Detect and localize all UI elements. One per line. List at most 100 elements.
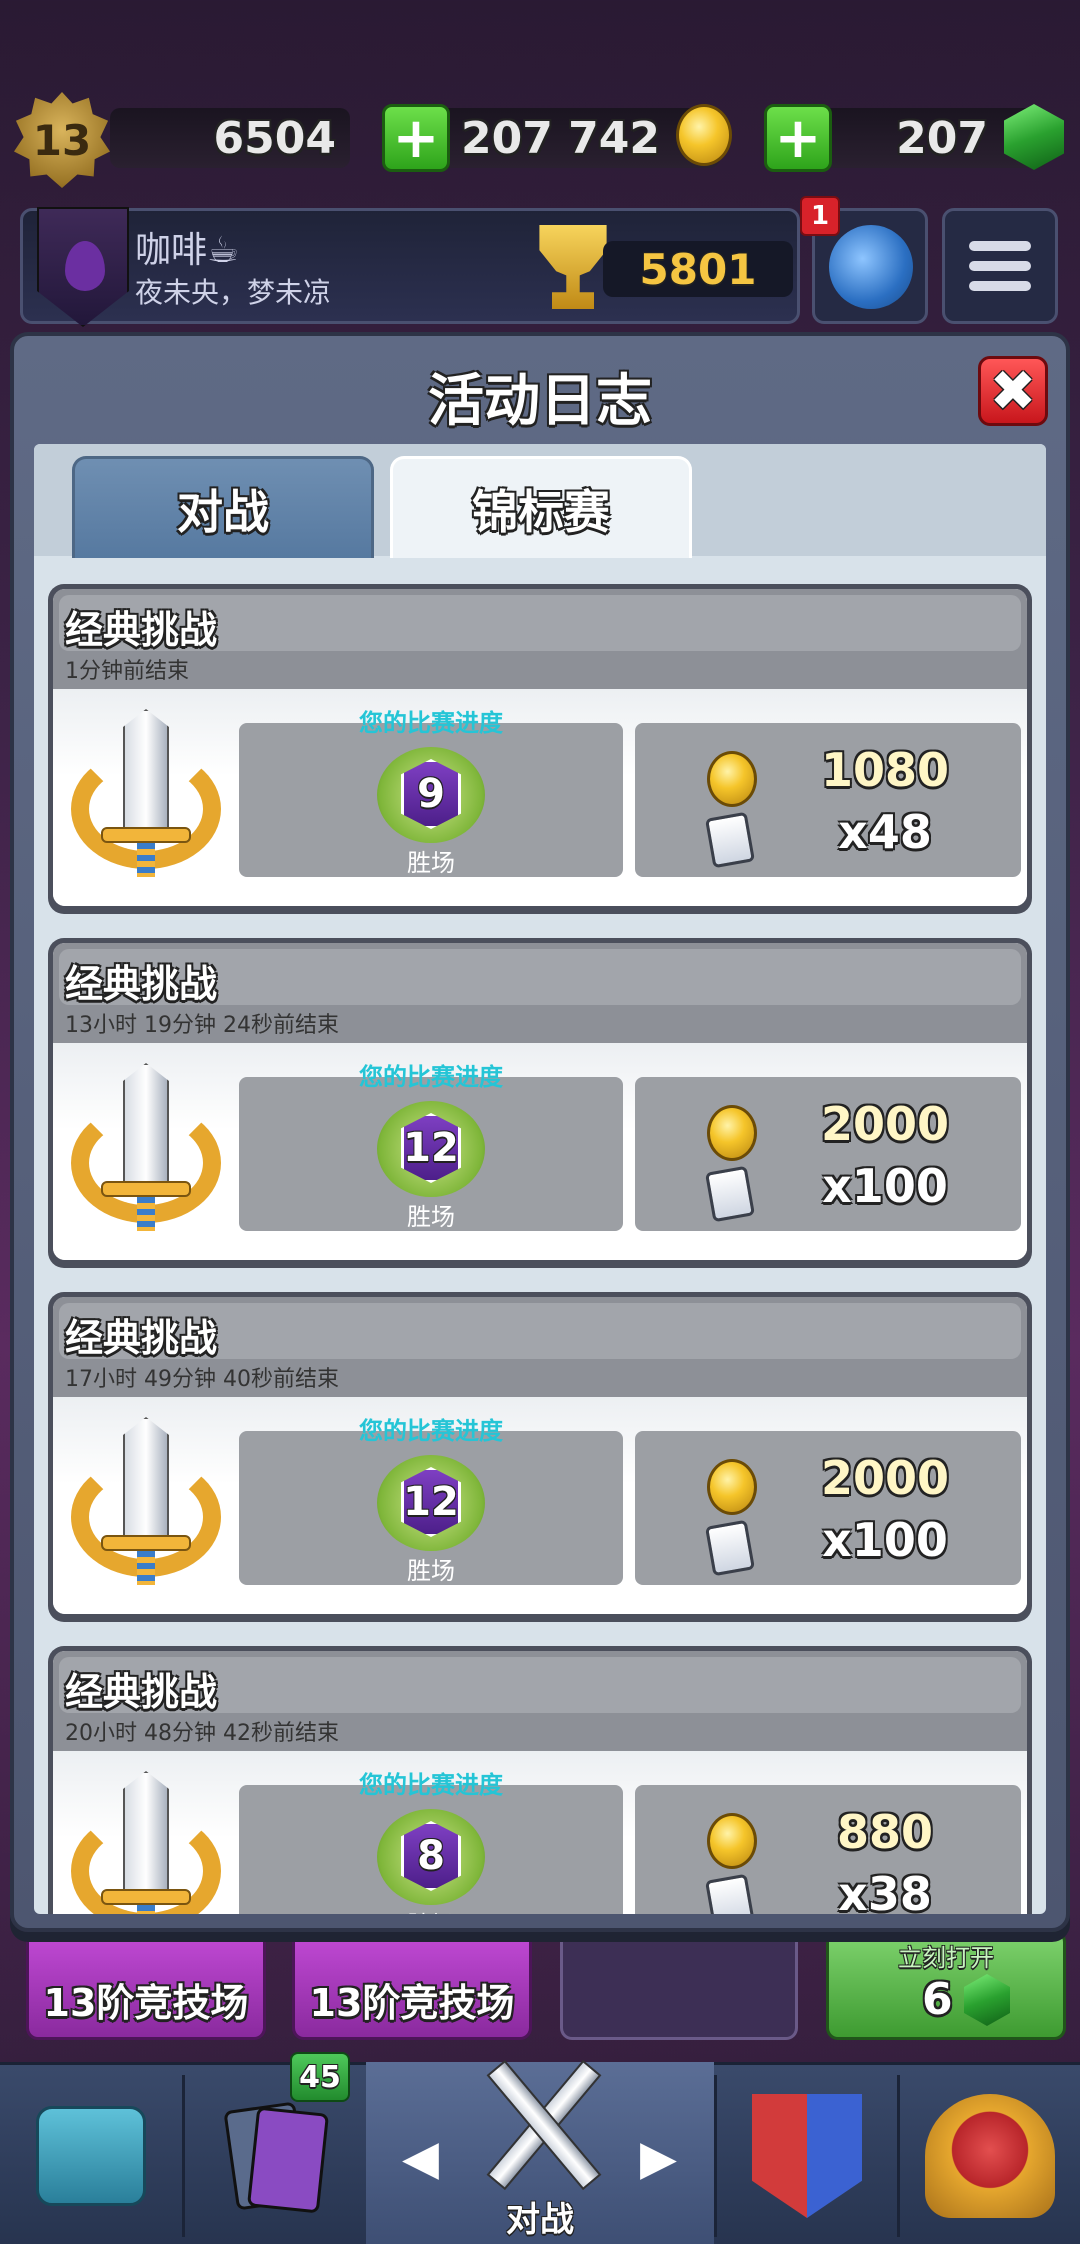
globe-icon	[829, 225, 913, 309]
wins-count: 12	[403, 1125, 459, 1171]
tab-battle[interactable]: 对战	[72, 456, 374, 558]
challenge-sword-icon	[71, 709, 221, 879]
player-clan-name: 夜未央，梦未凉	[135, 276, 332, 309]
profile-bar[interactable]: 咖啡☕ 夜未央，梦未凉 5801	[20, 207, 800, 327]
buy-gems-button[interactable]: +	[764, 104, 832, 172]
crossed-swords-icon	[462, 2050, 622, 2200]
player-name: 咖啡☕	[135, 230, 240, 271]
reward-cards: x100	[822, 1513, 948, 1567]
reward-gold: 2000	[820, 1451, 950, 1505]
gold-coin-icon	[707, 1813, 757, 1869]
gold-coin-icon	[707, 1105, 757, 1161]
gem-value: 207	[896, 112, 988, 164]
reward-box: 2000 x100	[635, 1077, 1021, 1231]
tab-battle-label: 对战	[177, 484, 269, 539]
progress-box: 您的比赛进度 8 胜场	[239, 1771, 623, 1914]
nav-right-arrow[interactable]: ▶	[640, 2130, 677, 2186]
card-icon	[704, 1519, 756, 1577]
wins-badge-icon: 8	[377, 1809, 485, 1905]
chest-slot-1-label: 13阶竞技场	[43, 1981, 249, 2025]
nav-left-arrow[interactable]: ◀	[402, 2130, 439, 2186]
wins-badge-icon: 9	[377, 747, 485, 843]
list-item: 经典挑战 17小时 49分钟 40秒前结束 您的比赛进度 12 胜场 2000	[48, 1292, 1032, 1622]
chest-slot-2-label: 13阶竞技场	[309, 1981, 515, 2025]
list-item: 经典挑战 13小时 19分钟 24秒前结束 您的比赛进度 12 胜场 2000	[48, 938, 1032, 1268]
trophy-count: 5801	[603, 241, 793, 297]
gold-coin-icon	[707, 1459, 757, 1515]
modal-content: 对战 锦标赛 经典挑战 1分钟前结束 您的比赛进度 9 胜场 1080 x48 …	[34, 444, 1046, 1914]
gold-coin-icon	[676, 104, 732, 166]
buy-gold-button[interactable]: +	[382, 104, 450, 172]
challenge-title: 经典挑战	[65, 608, 218, 652]
chest-slot-3[interactable]	[560, 1930, 798, 2040]
open-cost: 6	[922, 1974, 953, 2025]
challenge-sword-icon	[71, 1771, 221, 1914]
card-icon	[704, 1873, 756, 1914]
tournament-laurel-icon	[925, 2094, 1055, 2218]
clan-shield-icon	[752, 2094, 862, 2218]
nav-shop[interactable]	[0, 2065, 182, 2244]
reward-gold: 1080	[820, 743, 950, 797]
close-button[interactable]: ✖	[978, 356, 1048, 426]
reward-gold: 880	[836, 1805, 934, 1859]
nav-tournament[interactable]	[900, 2065, 1080, 2244]
progress-label: 您的比赛进度	[359, 1063, 503, 1091]
wins-label: 胜场	[407, 1557, 455, 1585]
activity-log-modal: 活动日志 ✖ 对战 锦标赛 经典挑战 1分钟前结束 您的比赛进度 9 胜场 10…	[10, 332, 1070, 1932]
level-badge[interactable]: 13	[14, 92, 110, 188]
level-value: 13	[32, 115, 92, 165]
resource-bar: 13 6504 207 742 + 207 +	[0, 90, 1080, 188]
nav-battle-label: 对战	[506, 2200, 574, 2240]
progress-label: 您的比赛进度	[359, 1417, 503, 1445]
card-icon	[704, 811, 756, 869]
close-icon: ✖	[989, 358, 1037, 424]
wins-label: 胜场	[407, 1203, 455, 1231]
reward-box: 2000 x100	[635, 1431, 1021, 1585]
tab-tournament[interactable]: 锦标赛	[390, 456, 692, 558]
challenge-title: 经典挑战	[65, 1316, 218, 1360]
challenge-sword-icon	[71, 1417, 221, 1587]
wins-badge-icon: 12	[377, 1455, 485, 1551]
wins-count: 9	[417, 771, 445, 817]
cards-badge: 45	[290, 2052, 350, 2102]
gold-coin-icon	[707, 751, 757, 807]
notification-badge: 1	[800, 196, 840, 236]
menu-button[interactable]	[942, 208, 1058, 324]
cards-icon	[220, 2096, 330, 2216]
ended-time: 13小时 19分钟 24秒前结束	[65, 1013, 339, 1038]
progress-label: 您的比赛进度	[359, 709, 503, 737]
reward-cards: x100	[822, 1159, 948, 1213]
open-now-label: 立刻打开	[898, 1944, 994, 1972]
experience-value: 6504	[213, 112, 336, 164]
experience-counter: 6504	[110, 108, 350, 168]
progress-box: 您的比赛进度 12 胜场	[239, 1063, 623, 1231]
notification-count: 1	[810, 201, 830, 231]
chest-slot-1[interactable]: 13阶竞技场	[26, 1930, 266, 2040]
chest-slot-2[interactable]: 13阶竞技场	[292, 1930, 532, 2040]
reward-gold: 2000	[820, 1097, 950, 1151]
progress-box: 您的比赛进度 9 胜场	[239, 709, 623, 877]
gold-value: 207 742	[460, 112, 660, 164]
ended-time: 20小时 48分钟 42秒前结束	[65, 1721, 339, 1746]
wins-label: 胜场	[407, 849, 455, 877]
wins-count: 12	[403, 1479, 459, 1525]
reward-box: 880 x38	[635, 1785, 1021, 1914]
ended-time: 1分钟前结束	[65, 659, 189, 684]
card-icon	[704, 1165, 756, 1223]
challenge-sword-icon	[71, 1063, 221, 1233]
progress-box: 您的比赛进度 12 胜场	[239, 1417, 623, 1585]
ended-time: 17小时 49分钟 40秒前结束	[65, 1367, 339, 1392]
cards-badge-count: 45	[299, 2059, 341, 2095]
wins-count: 8	[417, 1833, 445, 1879]
modal-title: 活动日志	[428, 369, 652, 434]
hamburger-icon	[969, 241, 1031, 251]
nav-clan[interactable]	[717, 2065, 897, 2244]
gold-counter: 207 742	[420, 108, 720, 168]
reward-box: 1080 x48	[635, 723, 1021, 877]
reward-cards: x48	[838, 805, 932, 859]
progress-label: 您的比赛进度	[359, 1771, 503, 1799]
reward-cards: x38	[838, 1867, 932, 1914]
shop-chest-icon	[36, 2106, 146, 2206]
challenge-title: 经典挑战	[65, 1670, 218, 1714]
list-item: 经典挑战 20小时 48分钟 42秒前结束 您的比赛进度 8 胜场 880	[48, 1646, 1032, 1914]
